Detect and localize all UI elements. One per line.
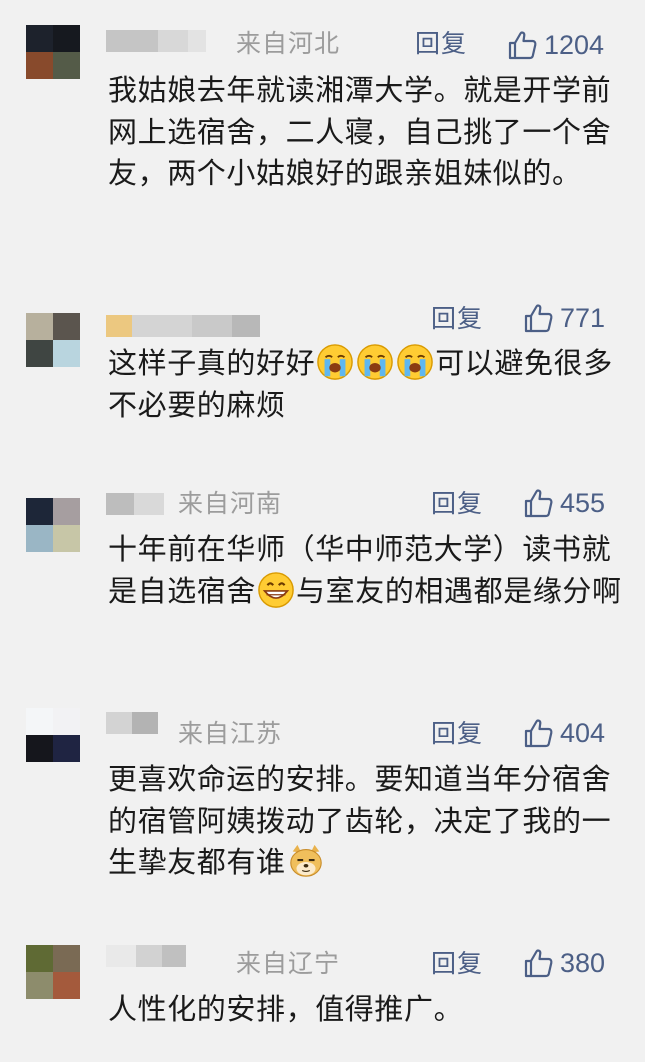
location-label: 来自河南	[178, 489, 283, 518]
nickname-blurred[interactable]	[106, 493, 164, 515]
grinning-face-icon	[257, 571, 295, 609]
nickname-blurred[interactable]	[106, 315, 260, 337]
reply-button[interactable]: 回复	[415, 29, 467, 59]
loudly-crying-face-icon	[316, 343, 354, 381]
comment-text: 人性化的安排，值得推广。	[108, 992, 464, 1026]
nickname-blurred[interactable]	[106, 30, 206, 52]
reply-button[interactable]: 回复	[431, 949, 483, 979]
location-label: 来自江苏	[178, 719, 283, 748]
comment-text-part: 更喜欢命运的安排。要知道当年分宿舍的宿管阿姨拨动了齿轮，决定了我的一生挚友都有谁	[108, 762, 612, 879]
thumbs-up-icon	[522, 487, 554, 519]
like-count: 380	[560, 948, 606, 978]
reply-button[interactable]: 回复	[431, 489, 483, 519]
nickname-blurred[interactable]	[106, 945, 186, 967]
comment-text-part: 与室友的相遇都是缘分啊	[296, 573, 622, 608]
like-button[interactable]: 380	[522, 947, 605, 979]
doge-icon	[287, 842, 325, 880]
comment-text: 这样子真的好好 可以避免很多不必要的麻烦	[108, 343, 628, 426]
comment-text: 十年前在华师（华中师范大学）读书就是自选宿舍 与室友的相遇都是缘分啊	[108, 529, 628, 612]
thumbs-up-icon	[522, 302, 554, 334]
thumbs-up-icon	[522, 717, 554, 749]
comment-text-part: 这样子真的好好	[108, 346, 316, 380]
thumbs-up-icon	[522, 947, 554, 979]
like-count: 1204	[544, 30, 605, 60]
like-button[interactable]: 455	[522, 487, 605, 519]
reply-button[interactable]: 回复	[431, 304, 483, 334]
like-button[interactable]: 404	[522, 717, 605, 749]
loudly-crying-face-icon	[356, 343, 394, 381]
thumbs-up-icon	[506, 29, 538, 61]
like-count: 771	[560, 303, 606, 333]
like-count: 404	[560, 718, 606, 748]
like-count: 455	[560, 488, 606, 518]
avatar[interactable]	[26, 25, 80, 79]
reply-button[interactable]: 回复	[431, 719, 483, 749]
avatar[interactable]	[26, 313, 80, 367]
avatar[interactable]	[26, 945, 80, 999]
nickname-blurred[interactable]	[106, 712, 158, 734]
avatar[interactable]	[26, 708, 80, 762]
avatar[interactable]	[26, 498, 80, 552]
like-button[interactable]: 771	[522, 302, 605, 334]
comment-text: 更喜欢命运的安排。要知道当年分宿舍的宿管阿姨拨动了齿轮，决定了我的一生挚友都有谁	[108, 759, 628, 884]
comment-text: 我姑娘去年就读湘潭大学。就是开学前网上选宿舍，二人寝，自己挑了一个舍友，两个小姑…	[108, 73, 612, 190]
loudly-crying-face-icon	[396, 343, 434, 381]
like-button[interactable]: 1204	[506, 29, 604, 61]
location-label: 来自河北	[236, 29, 341, 58]
location-label: 来自辽宁	[236, 949, 341, 978]
